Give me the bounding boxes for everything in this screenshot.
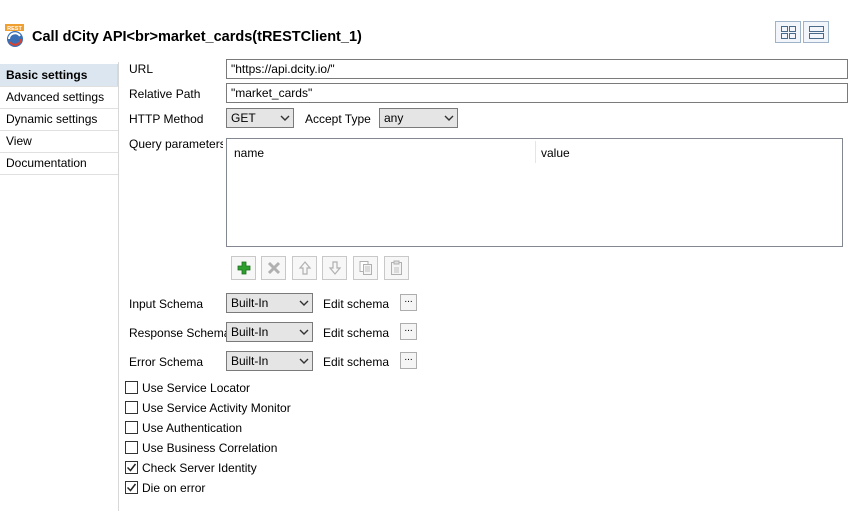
- paste-icon: [391, 260, 402, 275]
- response-edit-schema-button[interactable]: ...: [400, 323, 417, 340]
- http-method-select[interactable]: GET: [226, 108, 294, 128]
- copy-icon: [359, 261, 372, 275]
- query-parameters-table[interactable]: name value: [226, 138, 843, 247]
- input-edit-schema-button[interactable]: ...: [400, 294, 417, 311]
- checkmark-icon: [126, 483, 137, 492]
- paste-button[interactable]: [384, 256, 409, 280]
- url-label: URL: [129, 62, 154, 76]
- use-business-correlation-label: Use Business Correlation: [142, 441, 278, 455]
- check-server-identity-checkbox[interactable]: [125, 461, 138, 474]
- input-schema-label: Input Schema: [129, 297, 204, 311]
- use-service-locator-checkbox[interactable]: [125, 381, 138, 394]
- use-service-locator-label: Use Service Locator: [142, 381, 251, 395]
- arrow-up-icon: [298, 261, 312, 275]
- error-edit-schema-button[interactable]: ...: [400, 352, 417, 369]
- column-header-value[interactable]: value: [541, 146, 570, 160]
- use-service-activity-monitor-label: Use Service Activity Monitor: [142, 401, 291, 415]
- error-schema-select[interactable]: Built-In: [226, 351, 313, 371]
- sidebar-item-dynamic-settings[interactable]: Dynamic settings: [0, 108, 118, 130]
- response-schema-label: Response Schema: [129, 326, 231, 340]
- response-edit-schema-label: Edit schema: [323, 326, 390, 340]
- grid-layout-button[interactable]: [775, 21, 801, 43]
- grid-layout-icon: [781, 26, 796, 39]
- accept-type-select[interactable]: any: [379, 108, 458, 128]
- sidebar-item-basic-settings[interactable]: Basic settings: [0, 64, 118, 86]
- url-field[interactable]: "https://api.dcity.io/": [226, 59, 848, 79]
- rest-client-icon: REST: [4, 24, 26, 48]
- list-layout-button[interactable]: [803, 21, 829, 43]
- sidebar: Basic settings Advanced settings Dynamic…: [0, 62, 119, 511]
- sidebar-item-view[interactable]: View: [0, 130, 118, 152]
- relative-path-field[interactable]: "market_cards": [226, 83, 848, 103]
- copy-button[interactable]: [353, 256, 378, 280]
- sidebar-item-documentation[interactable]: Documentation: [0, 152, 118, 174]
- chevron-down-icon: [299, 300, 309, 306]
- remove-row-button[interactable]: [261, 256, 286, 280]
- move-down-button[interactable]: [322, 256, 347, 280]
- relative-path-label: Relative Path: [129, 87, 201, 101]
- use-service-activity-monitor-checkbox[interactable]: [125, 401, 138, 414]
- plus-icon: [237, 261, 251, 275]
- move-up-button[interactable]: [292, 256, 317, 280]
- die-on-error-label: Die on error: [142, 481, 206, 495]
- accept-type-value: any: [384, 111, 404, 125]
- column-header-name[interactable]: name: [234, 146, 264, 160]
- response-schema-select[interactable]: Built-In: [226, 322, 313, 342]
- input-schema-select[interactable]: Built-In: [226, 293, 313, 313]
- chevron-down-icon: [444, 115, 454, 121]
- error-schema-label: Error Schema: [129, 355, 204, 369]
- page-title: Call dCity API<br>market_cards(tRESTClie…: [32, 29, 362, 45]
- use-authentication-checkbox[interactable]: [125, 421, 138, 434]
- arrow-down-icon: [328, 261, 342, 275]
- sidebar-item-advanced-settings[interactable]: Advanced settings: [0, 86, 118, 108]
- error-schema-value: Built-In: [231, 354, 269, 368]
- list-layout-icon: [809, 26, 824, 39]
- die-on-error-checkbox[interactable]: [125, 481, 138, 494]
- query-parameters-label: Query parameters: [129, 137, 223, 151]
- checkmark-icon: [126, 463, 137, 472]
- add-row-button[interactable]: [231, 256, 256, 280]
- chevron-down-icon: [280, 115, 290, 121]
- input-edit-schema-label: Edit schema: [323, 297, 390, 311]
- accept-type-label: Accept Type: [305, 112, 371, 126]
- check-server-identity-label: Check Server Identity: [142, 461, 257, 475]
- input-schema-value: Built-In: [231, 296, 269, 310]
- http-method-value: GET: [231, 111, 256, 125]
- response-schema-value: Built-In: [231, 325, 269, 339]
- error-edit-schema-label: Edit schema: [323, 355, 390, 369]
- http-method-label: HTTP Method: [129, 112, 204, 126]
- x-icon: [267, 261, 281, 275]
- use-authentication-label: Use Authentication: [142, 421, 243, 435]
- use-business-correlation-checkbox[interactable]: [125, 441, 138, 454]
- chevron-down-icon: [299, 329, 309, 335]
- chevron-down-icon: [299, 358, 309, 364]
